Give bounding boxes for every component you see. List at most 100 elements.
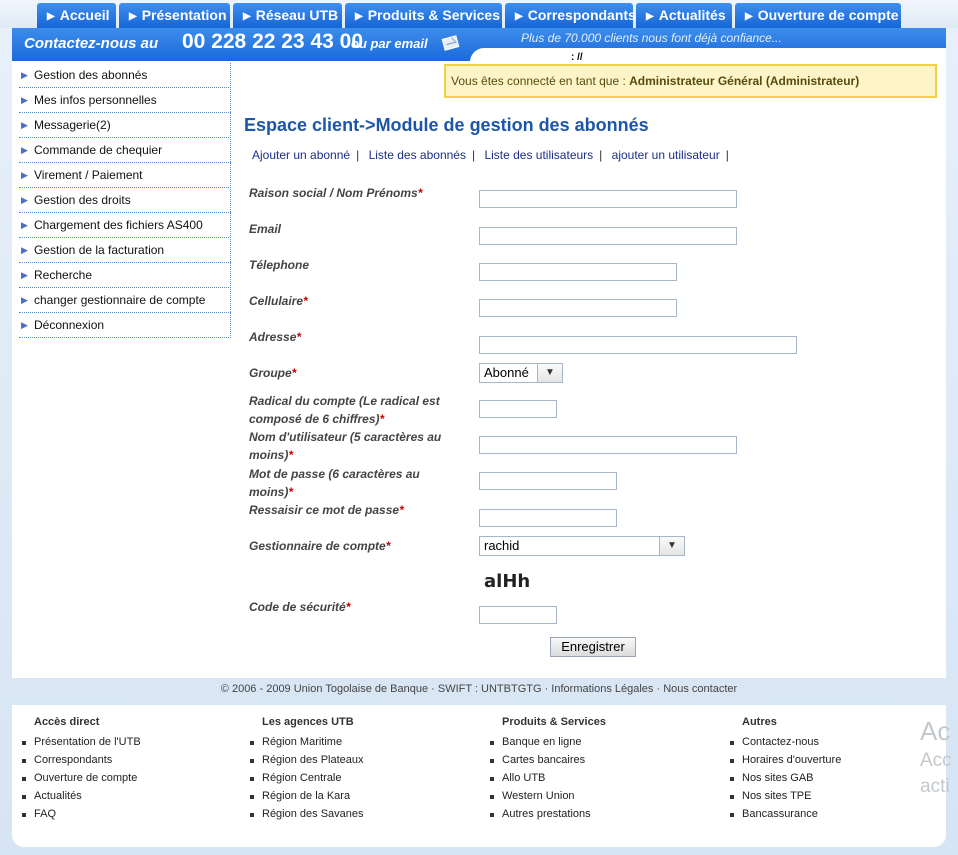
footer-link[interactable]: FAQ: [22, 805, 141, 823]
sidebar-item-infos-personnelles[interactable]: ▶ Mes infos personnelles: [19, 88, 231, 113]
connected-notice: Vous êtes connecté en tant que : Adminis…: [444, 64, 937, 98]
telephone-input[interactable]: [479, 263, 677, 281]
triangle-icon: ▶: [21, 170, 28, 180]
link-liste-utilisateurs[interactable]: Liste des utilisateurs: [478, 148, 599, 162]
footer-link[interactable]: Actualités: [22, 787, 141, 805]
label-ressaisir: Ressaisir ce mot de passe*: [249, 503, 404, 517]
enregistrer-button[interactable]: Enregistrer: [550, 637, 636, 657]
triangle-icon: ▶: [21, 245, 28, 255]
chevron-down-icon: ▼: [659, 537, 684, 555]
sidebar-item-recherche[interactable]: ▶ Recherche: [19, 263, 231, 288]
label-radical: Radical du compte (Le radical est composé…: [249, 394, 440, 426]
sidebar-divider: [230, 63, 231, 338]
mot-de-passe-input[interactable]: [479, 472, 617, 490]
footer-link[interactable]: Région des Savanes: [250, 805, 364, 823]
footer-link[interactable]: Cartes bancaires: [490, 751, 606, 769]
triangle-icon: ▶: [21, 120, 28, 130]
triangle-icon: ▶: [21, 195, 28, 205]
tab-presentation[interactable]: ▶ Présentation: [119, 3, 230, 28]
label-raison-social: Raison social / Nom Prénoms*: [249, 186, 423, 200]
triangle-icon: ▶: [21, 70, 28, 80]
email-input[interactable]: [479, 227, 737, 245]
link-liste-abonnes[interactable]: Liste des abonnés: [363, 148, 472, 162]
gestionnaire-select[interactable]: rachid ▼: [479, 536, 685, 556]
arrow-icon: ▶: [129, 11, 137, 22]
page-title: Espace client->Module de gestion des abo…: [244, 115, 649, 135]
sidebar-item-changer-gestionnaire[interactable]: ▶ changer gestionnaire de compte: [19, 288, 231, 313]
tab-correspondants[interactable]: ▶ Correspondants: [505, 3, 636, 28]
label-cellulaire: Cellulaire*: [249, 294, 308, 308]
footer-link[interactable]: Nos sites TPE: [730, 787, 841, 805]
label-adresse: Adresse*: [249, 330, 302, 344]
footer-link[interactable]: Nos sites GAB: [730, 769, 841, 787]
sidebar-item-deconnexion[interactable]: ▶ Déconnexion: [19, 313, 231, 338]
link-ajouter-utilisateur[interactable]: ajouter un utilisateur: [606, 148, 726, 162]
footer-link[interactable]: Horaires d'ouverture: [730, 751, 841, 769]
ressaisir-input[interactable]: [479, 509, 617, 527]
footer-col-agences: Les agences UTB Région Maritime Région d…: [250, 716, 364, 823]
footer-link[interactable]: Banque en ligne: [490, 733, 606, 751]
connected-user: Administrateur Général (Administrateur): [629, 74, 860, 88]
triangle-icon: ▶: [21, 220, 28, 230]
arrow-icon: ▶: [646, 11, 654, 22]
arrow-icon: ▶: [355, 11, 363, 22]
label-gestionnaire: Gestionnaire de compte*: [249, 539, 391, 553]
label-telephone: Télephone: [249, 258, 310, 272]
footer-link[interactable]: Région des Plateaux: [250, 751, 364, 769]
footer-link[interactable]: Ouverture de compte: [22, 769, 141, 787]
activation-watermark: Ac Acc acti: [920, 716, 952, 797]
page: ▶ Accueil ▶ Présentation ▶ Réseau UTB ▶ Prod…: [0, 0, 958, 855]
slogan: Plus de 70.000 clients nous font déjà co…: [521, 31, 782, 45]
contact-phone: 00 228 22 23 43 00: [182, 30, 364, 53]
nom-utilisateur-input[interactable]: [479, 436, 737, 454]
captcha-text: alHh: [484, 571, 531, 592]
footer-col-acces-direct: Accès direct Présentation de l'UTB Corre…: [22, 716, 141, 823]
header-curve: [470, 48, 946, 62]
sub-navigation: Ajouter un abonné | Liste des abonnés | Li…: [246, 148, 729, 162]
sidebar-item-chargement-as400[interactable]: ▶ Chargement des fichiers AS400: [19, 213, 231, 238]
label-code-securite: Code de sécurité*: [249, 600, 351, 614]
sidebar-item-gestion-abonnes[interactable]: ▶ Gestion des abonnés: [19, 63, 231, 88]
arrow-icon: ▶: [515, 11, 523, 22]
label-mot-de-passe: Mot de passe (6 caractères au moins)*: [249, 467, 420, 499]
footer-link[interactable]: Région Maritime: [250, 733, 364, 751]
raison-social-input[interactable]: [479, 190, 737, 208]
contact-suffix[interactable]: ou par email: [351, 36, 428, 51]
footer-link[interactable]: Région de la Kara: [250, 787, 364, 805]
link-ajouter-abonne[interactable]: Ajouter un abonné: [246, 148, 356, 162]
tab-reseau-utb[interactable]: ▶ Réseau UTB: [233, 3, 342, 28]
contact-prefix: Contactez-nous au: [24, 35, 159, 52]
radical-input[interactable]: [479, 400, 557, 418]
arrow-icon: ▶: [243, 11, 251, 22]
code-securite-input[interactable]: [479, 606, 557, 624]
tab-ouverture-compte[interactable]: ▶ Ouverture de compte: [735, 3, 901, 28]
sidebar: ▶ Gestion des abonnés ▶ Mes infos personne…: [19, 63, 231, 338]
sidebar-item-messagerie[interactable]: ▶ Messagerie(2): [19, 113, 231, 138]
footer-link[interactable]: Région Centrale: [250, 769, 364, 787]
sidebar-item-commande-chequier[interactable]: ▶ Commande de chequier: [19, 138, 231, 163]
footer-link[interactable]: Allo UTB: [490, 769, 606, 787]
copyright: © 2006 - 2009 Union Togolaise de Banque …: [220, 683, 738, 695]
triangle-icon: ▶: [21, 295, 28, 305]
mail-icon[interactable]: [441, 35, 460, 51]
adresse-input[interactable]: [479, 336, 797, 354]
tab-produits-services[interactable]: ▶ Produits & Services: [345, 3, 502, 28]
sidebar-item-facturation[interactable]: ▶ Gestion de la facturation: [19, 238, 231, 263]
footer-link[interactable]: Correspondants: [22, 751, 141, 769]
footer-link[interactable]: Contactez-nous: [730, 733, 841, 751]
label-groupe: Groupe*: [249, 366, 297, 380]
main-panel: ▶ Gestion des abonnés ▶ Mes infos personne…: [12, 61, 946, 678]
top-navigation: ▶ Accueil ▶ Présentation ▶ Réseau UTB ▶ Prod…: [0, 0, 958, 28]
tab-actualites[interactable]: ▶ Actualités: [636, 3, 732, 28]
cellulaire-input[interactable]: [479, 299, 677, 317]
footer-link[interactable]: Western Union: [490, 787, 606, 805]
footer-col-autres: Autres Contactez-nous Horaires d'ouvertu…: [730, 716, 841, 823]
footer-link[interactable]: Présentation de l'UTB: [22, 733, 141, 751]
groupe-select[interactable]: Abonné ▼: [479, 363, 563, 383]
tab-accueil[interactable]: ▶ Accueil: [37, 3, 116, 28]
footer-link[interactable]: Bancassurance: [730, 805, 841, 823]
sidebar-item-gestion-droits[interactable]: ▶ Gestion des droits: [19, 188, 231, 213]
sidebar-item-virement[interactable]: ▶ Virement / Paiement: [19, 163, 231, 188]
footer: Accès direct Présentation de l'UTB Corre…: [12, 705, 946, 847]
footer-link[interactable]: Autres prestations: [490, 805, 606, 823]
